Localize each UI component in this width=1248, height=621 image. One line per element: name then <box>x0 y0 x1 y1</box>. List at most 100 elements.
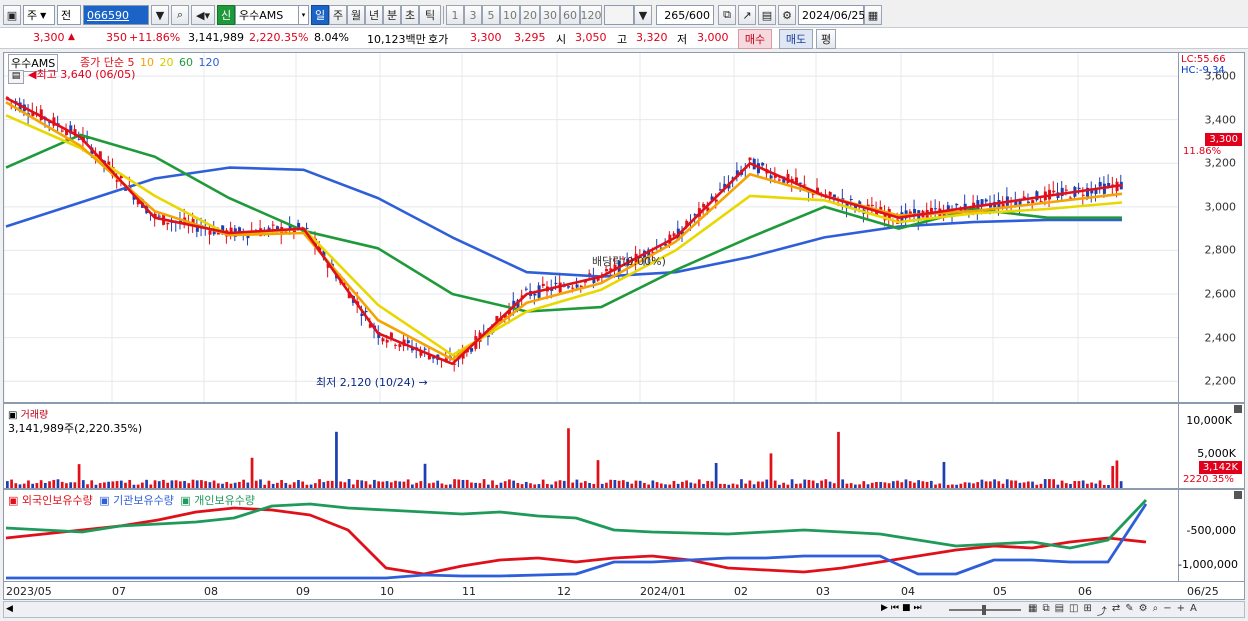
count-field[interactable]: 265/600 <box>656 5 714 25</box>
candle-body <box>394 344 398 346</box>
individual-legend: ▣ 개인보유수량 <box>180 494 255 507</box>
volume-bar <box>52 479 56 488</box>
volume-bar <box>752 484 756 488</box>
zoom-slider-handle[interactable] <box>982 605 986 615</box>
interval-dropdown-icon[interactable]: ▼ <box>634 5 652 25</box>
eval-button[interactable]: 평 <box>816 29 836 49</box>
x-axis-label: 11 <box>462 585 476 598</box>
volume-bar <box>988 481 992 488</box>
panel-menu-icon[interactable]: ▤ <box>8 70 24 84</box>
plus-icon[interactable]: + <box>1177 603 1185 618</box>
volume-bar <box>676 483 680 488</box>
interval-60[interactable]: 60 <box>560 5 580 25</box>
ask-price: 3,300 <box>470 31 502 44</box>
stock-code-input[interactable]: 066590 <box>83 5 149 25</box>
layers-icon[interactable]: ▤ <box>1055 603 1064 618</box>
stop-icon[interactable]: ■ <box>902 603 911 613</box>
minus-icon[interactable]: − <box>1163 603 1171 618</box>
price-chart-canvas[interactable] <box>4 53 1178 402</box>
candle-body <box>778 179 782 181</box>
custom-interval-input[interactable] <box>604 5 634 25</box>
volume-bar <box>1001 483 1005 488</box>
tab-tick[interactable]: 틱 <box>419 5 441 25</box>
volume-bar <box>385 481 389 488</box>
close-holdings-icon[interactable] <box>1234 491 1242 499</box>
volume-bar <box>1010 480 1013 488</box>
next-icon[interactable]: ▶ <box>881 603 888 613</box>
interval-1[interactable]: 1 <box>446 5 464 25</box>
candle-body <box>398 344 402 347</box>
volume-bar <box>284 482 288 488</box>
font-icon[interactable]: A <box>1190 603 1197 618</box>
save-icon[interactable]: ▤ <box>758 5 776 25</box>
volume-bar <box>756 481 760 488</box>
forward-icon[interactable]: ⏭ <box>914 603 922 613</box>
volume-panel[interactable]: ▣ 거래량 3,141,989주(2,220.35%) <box>3 403 1179 489</box>
volume-bar <box>389 482 393 488</box>
volume-bar <box>773 480 777 488</box>
volume-bar <box>271 483 275 488</box>
tab-second[interactable]: 초 <box>401 5 419 25</box>
settings-icon[interactable]: ⚙ <box>1139 603 1148 618</box>
gear-icon[interactable]: ⚙ <box>778 5 796 25</box>
search-icon[interactable]: ⌕ <box>171 5 189 25</box>
interval-3[interactable]: 3 <box>464 5 482 25</box>
tab-week[interactable]: 주 <box>329 5 347 25</box>
volume-bar <box>913 482 916 488</box>
volume-bar <box>955 484 958 488</box>
name-dropdown-icon[interactable]: ▾ <box>299 5 309 25</box>
rewind-icon[interactable]: ⏮ <box>891 603 899 613</box>
prev-button[interactable]: 전 <box>57 5 81 25</box>
volume-bar <box>478 483 482 488</box>
interval-30[interactable]: 30 <box>540 5 560 25</box>
volume-bar <box>529 483 532 488</box>
period-select[interactable]: 주 ▼ <box>23 5 55 25</box>
volume-bar <box>685 480 688 488</box>
candle-body <box>761 162 765 166</box>
grid-icon[interactable]: ▦ <box>1028 603 1037 618</box>
scroll-left-icon[interactable]: ◀ <box>6 604 13 614</box>
date-input[interactable]: 2024/06/25 <box>798 5 865 25</box>
price-chart-panel[interactable]: 우수AMS 종가 단순 5 10 20 60 120 ▤ ◀최고 3,640 (… <box>3 52 1179 403</box>
tool-icon[interactable]: ✎ <box>1125 603 1133 618</box>
tab-day[interactable]: 일 <box>311 5 329 25</box>
stock-name-field[interactable]: 우수AMS <box>235 5 299 25</box>
volume-bar <box>735 484 739 488</box>
speaker-icon[interactable]: ◀▾ <box>191 5 215 25</box>
volume-bar <box>579 482 583 488</box>
split-icon[interactable]: ◫ <box>1069 603 1078 618</box>
volume-canvas[interactable] <box>4 404 1178 488</box>
layout-icon[interactable]: ▣ <box>3 5 21 25</box>
open-label: 시 <box>556 33 567 46</box>
volume-bar <box>524 481 528 488</box>
code-dropdown-icon[interactable]: ▼ <box>151 5 169 25</box>
zoom-icon[interactable]: ⌕ <box>1153 603 1159 618</box>
volume-bar <box>356 479 359 488</box>
interval-10[interactable]: 10 <box>500 5 520 25</box>
trend-icon[interactable]: ⤴ <box>1097 603 1107 618</box>
close-panel-icon[interactable] <box>1234 405 1242 413</box>
interval-120[interactable]: 120 <box>580 5 602 25</box>
volume-bar <box>153 480 157 488</box>
volume-bar <box>313 483 317 488</box>
volume-bar <box>406 479 410 488</box>
interval-20[interactable]: 20 <box>520 5 540 25</box>
ma-line-10 <box>5 101 1123 361</box>
draw-tool-icon[interactable]: ↗ <box>738 5 756 25</box>
buy-button[interactable]: 매수 <box>738 29 772 49</box>
holdings-panel[interactable]: ▣ 외국인보유수량 ▣ 기관보유수량 ▣ 개인보유수량 <box>3 489 1179 582</box>
interval-5[interactable]: 5 <box>482 5 500 25</box>
volume-bar <box>617 480 621 488</box>
compare-icon[interactable]: ⇄ <box>1112 603 1120 618</box>
tab-year[interactable]: 년 <box>365 5 383 25</box>
copy-icon[interactable]: ⧉ <box>1042 603 1049 618</box>
candle-body <box>364 310 368 313</box>
tab-month[interactable]: 월 <box>347 5 365 25</box>
volume-bar <box>364 481 368 488</box>
sell-button[interactable]: 매도 <box>779 29 813 49</box>
chart-icon[interactable]: ⊞ <box>1084 603 1092 618</box>
volume-bar <box>1094 483 1098 488</box>
calendar-icon[interactable]: ▦ <box>864 5 882 25</box>
candle-type-icon[interactable]: ⧉ <box>718 5 736 25</box>
tab-minute[interactable]: 분 <box>383 5 401 25</box>
